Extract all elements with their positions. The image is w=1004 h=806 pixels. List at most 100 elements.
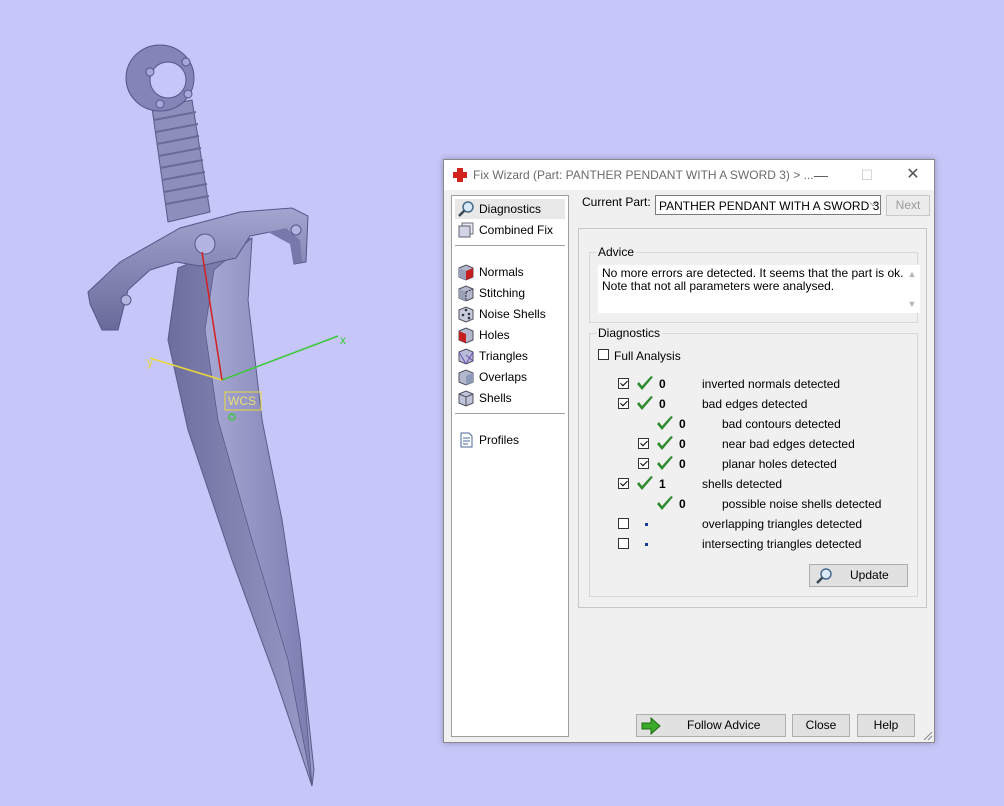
window-title: Fix Wizard (Part: PANTHER PENDANT WITH A… xyxy=(473,168,814,182)
diagnostic-checkbox[interactable] xyxy=(618,478,629,489)
diagnostic-row: 1 shells detected xyxy=(590,474,910,494)
follow-advice-button[interactable]: Follow Advice xyxy=(636,714,786,737)
fix-wizard-dialog: Fix Wizard (Part: PANTHER PENDANT WITH A… xyxy=(443,159,935,743)
scroll-down-icon: ▼ xyxy=(907,299,917,309)
nav-label: Shells xyxy=(479,391,512,405)
green-check-icon xyxy=(637,476,653,490)
nav-item-shells[interactable]: Shells xyxy=(455,388,565,408)
scroll-up-icon: ▲ xyxy=(907,269,917,279)
nav-item-normals[interactable]: Normals xyxy=(455,262,565,282)
diagnostics-panel: Advice No more errors are detected. It s… xyxy=(578,228,927,608)
diagnostic-count: 0 xyxy=(679,417,686,431)
green-check-icon xyxy=(657,436,673,450)
diagnostic-count: 0 xyxy=(659,377,666,391)
nav-label: Stitching xyxy=(479,286,526,300)
arrow-right-icon xyxy=(641,717,661,735)
diagnostic-count: 0 xyxy=(679,497,686,511)
next-button[interactable]: Next xyxy=(886,195,930,216)
green-check-icon xyxy=(637,396,653,410)
green-check-icon xyxy=(657,416,673,430)
nav-item-diagnostics[interactable]: Diagnostics xyxy=(455,199,565,219)
cube-red-face-icon xyxy=(458,264,474,281)
advice-scrollbar[interactable]: ▲ ▼ xyxy=(904,265,920,313)
green-check-icon xyxy=(657,456,673,470)
diagnostics-group: Diagnostics Full Analysis 0 inverted norm… xyxy=(589,326,918,597)
full-analysis-label: Full Analysis xyxy=(614,349,681,363)
update-button[interactable]: Update xyxy=(809,564,908,587)
full-analysis-checkbox[interactable] xyxy=(598,349,609,360)
diagnostic-label: bad contours detected xyxy=(722,417,841,431)
diagnostic-row: 0 inverted normals detected xyxy=(590,374,910,394)
nav-item-holes[interactable]: Holes xyxy=(455,325,565,345)
red-cross-icon xyxy=(453,168,467,182)
nav-label: Noise Shells xyxy=(479,307,546,321)
magnifier-icon xyxy=(816,568,832,584)
diagnostic-row: intersecting triangles detected xyxy=(590,534,910,554)
maximize-button[interactable]: ☐ xyxy=(844,160,890,190)
nav-item-combined-fix[interactable]: Combined Fix xyxy=(455,220,565,240)
title-bar[interactable]: Fix Wizard (Part: PANTHER PENDANT WITH A… xyxy=(444,160,934,190)
diagnostic-checkbox[interactable] xyxy=(618,538,629,549)
green-check-icon xyxy=(657,496,673,510)
document-icon xyxy=(460,432,473,448)
diagnostic-label: planar holes detected xyxy=(722,457,837,471)
diagnostic-checkbox[interactable] xyxy=(618,518,629,529)
diagnostic-checkbox[interactable] xyxy=(638,458,649,469)
cube-triangles-icon xyxy=(458,348,474,365)
diagnostic-row: 0 near bad edges detected xyxy=(590,434,910,454)
nav-label: Holes xyxy=(479,328,510,342)
nav-item-stitching[interactable]: Stitching xyxy=(455,283,565,303)
follow-advice-label: Follow Advice xyxy=(687,718,761,732)
not-analysed-dot-icon xyxy=(645,523,648,526)
nav-label: Triangles xyxy=(479,349,528,363)
diagnostic-count: 1 xyxy=(659,477,666,491)
diagnostic-label: shells detected xyxy=(702,477,783,491)
nav-label: Overlaps xyxy=(479,370,528,384)
diagnostic-checkbox[interactable] xyxy=(618,378,629,389)
current-part-label: Current Part: xyxy=(582,195,651,209)
y-axis-label: y xyxy=(147,355,153,369)
nav-separator xyxy=(455,413,565,414)
not-analysed-dot-icon xyxy=(645,543,648,546)
advice-title: Advice xyxy=(596,245,637,259)
nav-item-overlaps[interactable]: Overlaps xyxy=(455,367,565,387)
cube-overlap-icon xyxy=(458,369,474,386)
resize-grip-icon[interactable] xyxy=(923,731,933,741)
update-label: Update xyxy=(850,568,889,582)
cube-shell-icon xyxy=(458,390,474,407)
advice-text-box[interactable]: No more errors are detected. It seems th… xyxy=(598,265,920,313)
diagnostic-label: overlapping triangles detected xyxy=(702,517,863,531)
close-button[interactable]: Close xyxy=(792,714,850,737)
nav-label: Combined Fix xyxy=(479,223,554,237)
diagnostic-checkbox[interactable] xyxy=(638,438,649,449)
diagnostic-label: possible noise shells detected xyxy=(722,497,882,511)
diagnostic-label: intersecting triangles detected xyxy=(702,537,862,551)
diagnostic-row: 0 planar holes detected xyxy=(590,454,910,474)
wcs-label: WCS xyxy=(228,394,256,408)
advice-group: Advice No more errors are detected. It s… xyxy=(589,245,920,323)
nav-item-noise-shells[interactable]: Noise Shells xyxy=(455,304,565,324)
minimize-button[interactable]: — xyxy=(798,160,844,190)
diagnostic-row: 0 bad edges detected xyxy=(590,394,910,414)
diagnostic-row: overlapping triangles detected xyxy=(590,514,910,534)
diagnostic-row: 0 bad contours detected xyxy=(590,414,910,434)
nav-item-triangles[interactable]: Triangles xyxy=(455,346,565,366)
diagnostic-checkbox[interactable] xyxy=(618,398,629,409)
x-axis-label: x xyxy=(340,333,346,347)
diagnostic-label: inverted normals detected xyxy=(702,377,841,391)
diagnostic-label: near bad edges detected xyxy=(722,437,855,451)
diagnostic-label: bad edges detected xyxy=(702,397,808,411)
current-part-value: PANTHER PENDANT WITH A SWORD 3 xyxy=(659,199,880,213)
help-button[interactable]: Help xyxy=(857,714,915,737)
dice-icon xyxy=(458,306,474,323)
cube-red-hole-icon xyxy=(458,327,474,344)
chevron-down-icon: ⌵ xyxy=(869,198,877,209)
stacked-pages-icon xyxy=(458,222,474,238)
fix-wizard-nav: Diagnostics Combined Fix Normals Stitchi… xyxy=(451,195,569,737)
nav-item-profiles[interactable]: Profiles xyxy=(455,430,565,450)
close-window-button[interactable]: ✕ xyxy=(890,160,936,190)
diagnostics-title: Diagnostics xyxy=(596,326,663,340)
green-check-icon xyxy=(637,376,653,390)
current-part-select[interactable]: PANTHER PENDANT WITH A SWORD 3 ⌵ xyxy=(655,195,881,215)
advice-text: No more errors are detected. It seems th… xyxy=(602,266,904,293)
